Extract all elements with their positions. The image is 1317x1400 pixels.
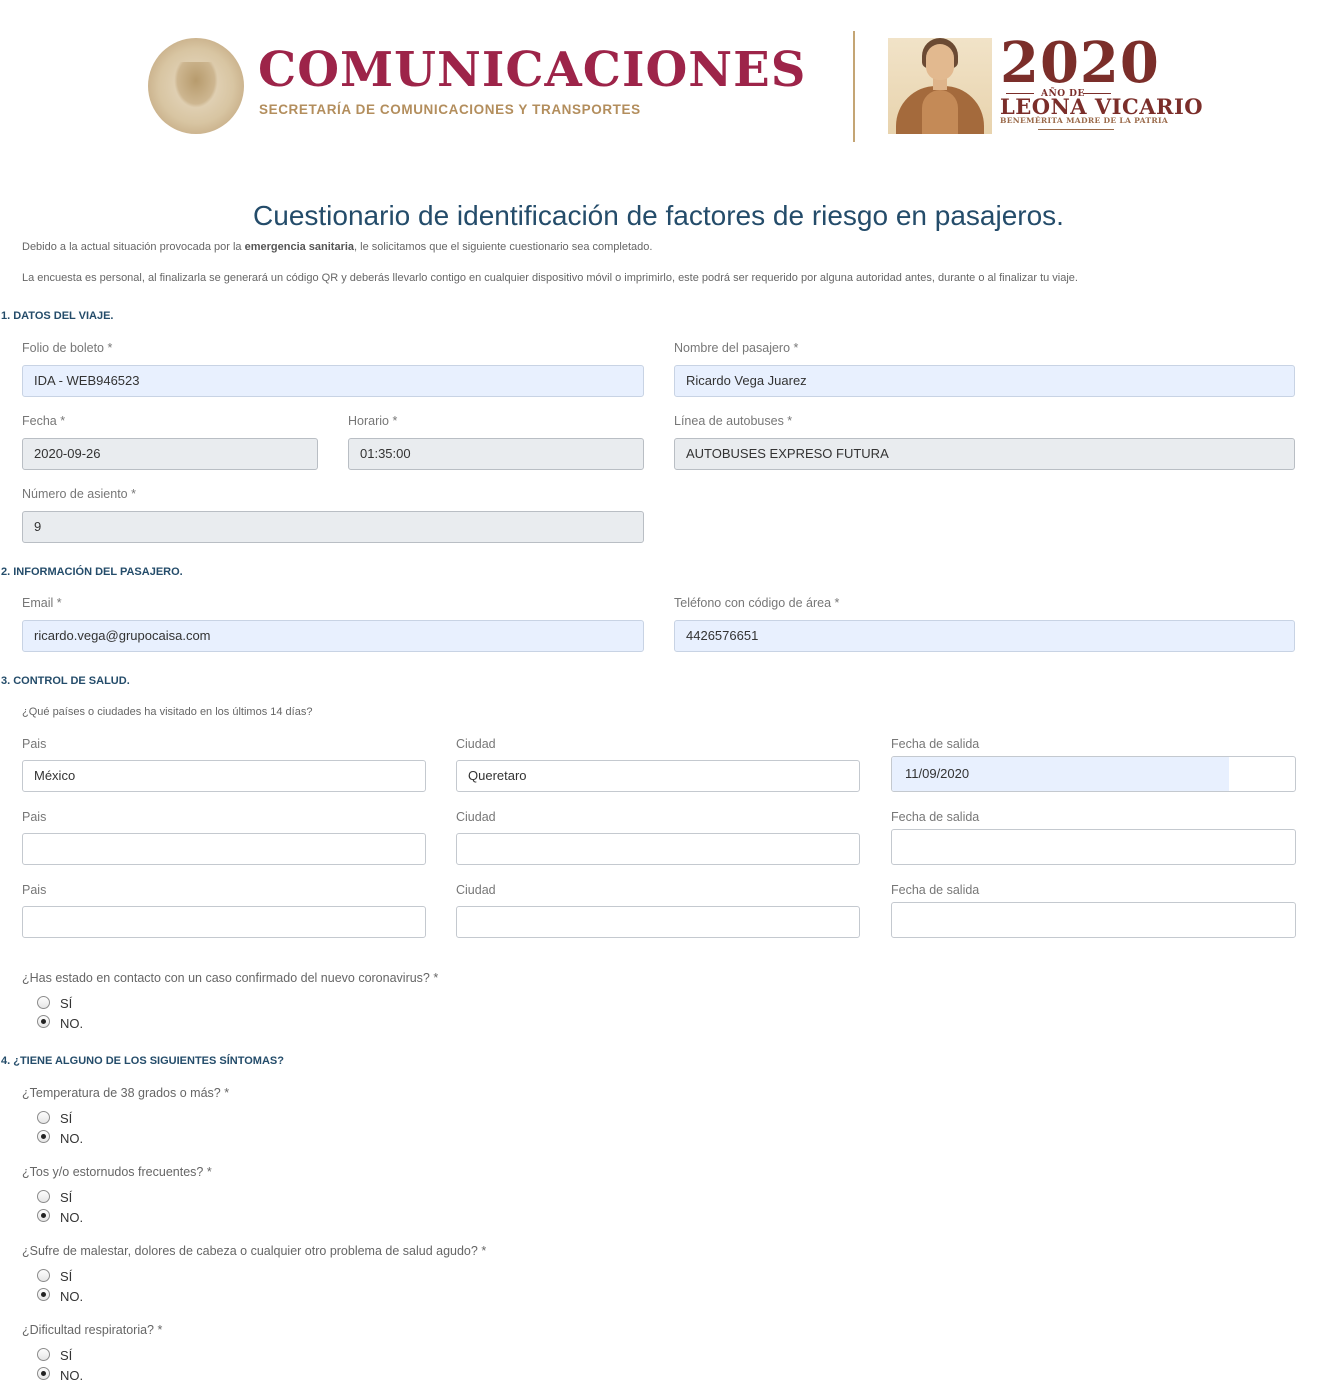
bus-line-label: Línea de autobuses * (674, 414, 793, 428)
time-label: Horario * (348, 414, 398, 428)
section-health-title: 3. CONTROL DE SALUD. (1, 675, 130, 687)
passenger-name-input[interactable]: Ricardo Vega Juarez (674, 365, 1295, 397)
city-label: Ciudad (456, 810, 496, 824)
departure-date-label: Fecha de salida (891, 810, 980, 824)
departure-date-input[interactable]: 11/09/2020 (891, 756, 1296, 792)
intro-text: Debido a la actual situación provocada p… (22, 241, 653, 253)
departure-date-label: Fecha de salida (891, 737, 980, 751)
symptom-no-label: NO. (60, 1131, 84, 1146)
city-input[interactable] (456, 833, 860, 865)
brand-subtitle: SECRETARÍA DE COMUNICACIONES Y TRANSPORT… (259, 102, 641, 117)
symptom-no-radio[interactable] (37, 1209, 50, 1222)
email-label: Email * (22, 596, 62, 610)
seat-label: Número de asiento * (22, 487, 136, 501)
honoree-caption: BENEMÉRITA MADRE DE LA PATRIA (1000, 116, 1169, 125)
header-divider (853, 31, 855, 142)
intro-qr-note: La encuesta es personal, al finalizarla … (22, 272, 1078, 284)
symptom-no-label: NO. (60, 1368, 84, 1383)
symptom-question: ¿Sufre de malestar, dolores de cabeza o … (22, 1244, 487, 1258)
symptom-question: ¿Temperatura de 38 grados o más? * (22, 1086, 230, 1100)
symptom-yes-label: SÍ (60, 1190, 73, 1205)
city-label: Ciudad (456, 883, 496, 897)
folio-label: Folio de boleto * (22, 341, 113, 355)
section-symptoms-title: 4. ¿TIENE ALGUNO DE LOS SIGUIENTES SÍNTO… (1, 1055, 284, 1067)
symptom-yes-radio[interactable] (37, 1269, 50, 1282)
section-trip-title: 1. DATOS DEL VIAJE. (1, 310, 114, 322)
honoree-caption-rule (1038, 129, 1114, 130)
symptom-yes-label: SÍ (60, 1111, 73, 1126)
country-input[interactable] (22, 833, 426, 865)
departure-date-label: Fecha de salida (891, 883, 980, 897)
symptom-yes-label: SÍ (60, 1348, 73, 1363)
symptom-no-radio[interactable] (37, 1130, 50, 1143)
symptom-yes-label: SÍ (60, 1269, 73, 1284)
passenger-name-label: Nombre del pasajero * (674, 341, 799, 355)
departure-date-input[interactable] (891, 902, 1296, 938)
mexico-coat-of-arms-logo (148, 38, 244, 134)
departure-date-input[interactable] (891, 829, 1296, 865)
contact-no-radio[interactable] (37, 1015, 50, 1028)
brand-title: COMUNICACIONES (258, 42, 807, 98)
page-title: Cuestionario de identificación de factor… (253, 200, 1064, 231)
phone-input[interactable]: 4426576651 (674, 620, 1295, 652)
phone-label: Teléfono con código de área * (674, 596, 840, 610)
visited-question: ¿Qué países o ciudades ha visitado en lo… (22, 706, 313, 718)
contact-yes-radio[interactable] (37, 996, 50, 1009)
date-input[interactable]: 2020-09-26 (22, 438, 318, 470)
time-input[interactable]: 01:35:00 (348, 438, 644, 470)
country-label: Pais (22, 883, 47, 897)
country-input[interactable] (22, 906, 426, 938)
bus-line-input[interactable]: AUTOBUSES EXPRESO FUTURA (674, 438, 1295, 470)
city-input[interactable]: Queretaro (456, 760, 860, 792)
symptom-no-label: NO. (60, 1289, 84, 1304)
city-label: Ciudad (456, 737, 496, 751)
city-input[interactable] (456, 906, 860, 938)
seat-input[interactable]: 9 (22, 511, 644, 543)
year-logo-text: 2020 (1000, 30, 1160, 96)
contact-question: ¿Has estado en contacto con un caso conf… (22, 971, 439, 985)
section-passenger-title: 2. INFORMACIÓN DEL PASAJERO. (1, 566, 183, 578)
country-label: Pais (22, 810, 47, 824)
email-input[interactable]: ricardo.vega@grupocaisa.com (22, 620, 644, 652)
symptom-question: ¿Tos y/o estornudos frecuentes? * (22, 1165, 212, 1179)
symptom-no-radio[interactable] (37, 1367, 50, 1380)
symptom-yes-radio[interactable] (37, 1190, 50, 1203)
symptom-no-radio[interactable] (37, 1288, 50, 1301)
symptom-yes-radio[interactable] (37, 1348, 50, 1361)
date-label: Fecha * (22, 414, 66, 428)
contact-no-label: NO. (60, 1016, 84, 1031)
folio-input[interactable]: IDA - WEB946523 (22, 365, 644, 397)
contact-yes-label: SÍ (60, 996, 73, 1011)
symptom-question: ¿Dificultad respiratoria? * (22, 1323, 163, 1337)
country-input[interactable]: México (22, 760, 426, 792)
symptom-no-label: NO. (60, 1210, 84, 1225)
country-label: Pais (22, 737, 47, 751)
leona-vicario-portrait (888, 38, 992, 134)
symptom-yes-radio[interactable] (37, 1111, 50, 1124)
